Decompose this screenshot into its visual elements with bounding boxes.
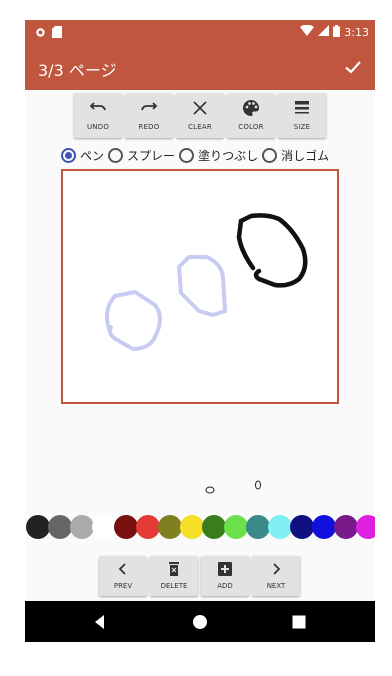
radio-pen[interactable]: [61, 147, 76, 163]
color-swatch-9[interactable]: [224, 515, 248, 539]
recents-icon[interactable]: [290, 613, 308, 631]
color-swatch-3[interactable]: [92, 515, 116, 539]
chevron-left-icon: [118, 563, 126, 575]
home-icon[interactable]: [191, 613, 209, 631]
drawing-mode-group: ペン スプレー 塗りつぶし 消しゴム: [61, 146, 333, 164]
mode-pen-label: ペン: [80, 148, 105, 163]
color-swatch-4[interactable]: [114, 515, 138, 539]
delete-button[interactable]: DELETE: [150, 556, 198, 596]
undo-label: UNDO: [86, 123, 110, 131]
color-swatch-11[interactable]: [268, 515, 292, 539]
prev-button[interactable]: PREV: [99, 556, 147, 596]
color-swatch-5[interactable]: [136, 515, 160, 539]
color-swatch-7[interactable]: [180, 515, 204, 539]
add-box-icon: [218, 562, 232, 576]
phone-screen: 3:13 3/3 ページ UNDO REDO CLEAR COLOR SIZE: [25, 20, 375, 642]
color-swatch-15[interactable]: [356, 515, 375, 539]
color-swatch-2[interactable]: [70, 515, 94, 539]
mode-spray[interactable]: スプレー: [108, 147, 175, 164]
color-swatch-6[interactable]: [158, 515, 182, 539]
clear-button[interactable]: CLEAR: [176, 93, 224, 138]
delete-icon: [169, 562, 179, 576]
color-palette: [25, 515, 375, 539]
add-label: ADD: [217, 582, 233, 590]
undo-icon: [89, 102, 106, 111]
radio-eraser[interactable]: [262, 147, 278, 163]
mode-eraser[interactable]: 消しゴム: [262, 147, 329, 164]
palette-icon: [243, 100, 259, 116]
page-toolbar: PREV DELETE ADD NEXT: [99, 556, 300, 596]
color-swatch-10[interactable]: [246, 515, 270, 539]
next-label: NEXT: [266, 582, 286, 590]
add-button[interactable]: ADD: [201, 556, 249, 596]
drawing-canvas[interactable]: [61, 169, 339, 404]
mode-eraser-label: 消しゴム: [281, 148, 330, 163]
battery-icon: [333, 24, 341, 40]
close-icon: [193, 101, 207, 115]
wifi-icon: [300, 24, 315, 40]
color-swatch-13[interactable]: [312, 515, 336, 539]
next-button[interactable]: NEXT: [252, 556, 300, 596]
mode-fill-label: 塗りつぶし: [198, 148, 259, 163]
mode-spray-label: スプレー: [127, 148, 176, 163]
redo-icon: [141, 102, 158, 111]
stroke-lavender-2: [176, 255, 228, 318]
status-bar: 3:13: [25, 20, 375, 44]
redo-label: REDO: [138, 123, 160, 131]
status-right: 3:13: [300, 24, 369, 40]
color-swatch-1[interactable]: [48, 515, 72, 539]
notification-dot-icon: [35, 23, 46, 42]
redo-button[interactable]: REDO: [125, 93, 173, 138]
stroke-lavender-1: [105, 289, 162, 352]
color-swatch-8[interactable]: [202, 515, 226, 539]
color-button[interactable]: COLOR: [227, 93, 275, 138]
tool-toolbar: UNDO REDO CLEAR COLOR SIZE: [74, 93, 326, 138]
status-left: [35, 25, 62, 39]
app-bar: 3/3 ページ: [25, 44, 375, 90]
line-weight-icon: [295, 101, 309, 114]
stroke-black-1: [236, 213, 308, 288]
chevron-right-icon: [273, 563, 281, 575]
page-title: 3/3 ページ: [38, 61, 117, 80]
stray-mark-2: [255, 480, 261, 490]
navigation-bar: [25, 601, 375, 642]
color-swatch-14[interactable]: [334, 515, 358, 539]
size-button[interactable]: SIZE: [278, 93, 326, 138]
status-time: 3:13: [344, 25, 369, 39]
sd-card-icon: [52, 23, 62, 42]
back-icon[interactable]: [91, 613, 109, 631]
color-label: COLOR: [238, 123, 264, 131]
signal-icon: [318, 25, 330, 39]
stray-mark-1: [205, 486, 215, 494]
radio-fill[interactable]: [179, 147, 195, 163]
undo-button[interactable]: UNDO: [74, 93, 122, 138]
color-swatch-0[interactable]: [26, 515, 50, 539]
radio-spray[interactable]: [108, 147, 124, 163]
color-swatch-12[interactable]: [290, 515, 314, 539]
mode-pen[interactable]: ペン: [61, 147, 104, 164]
prev-label: PREV: [113, 582, 133, 590]
delete-label: DELETE: [160, 582, 188, 590]
check-icon[interactable]: [341, 55, 365, 79]
clear-label: CLEAR: [188, 123, 212, 131]
stray-marks: [25, 460, 375, 500]
mode-fill[interactable]: 塗りつぶし: [179, 147, 258, 164]
size-label: SIZE: [293, 123, 311, 131]
